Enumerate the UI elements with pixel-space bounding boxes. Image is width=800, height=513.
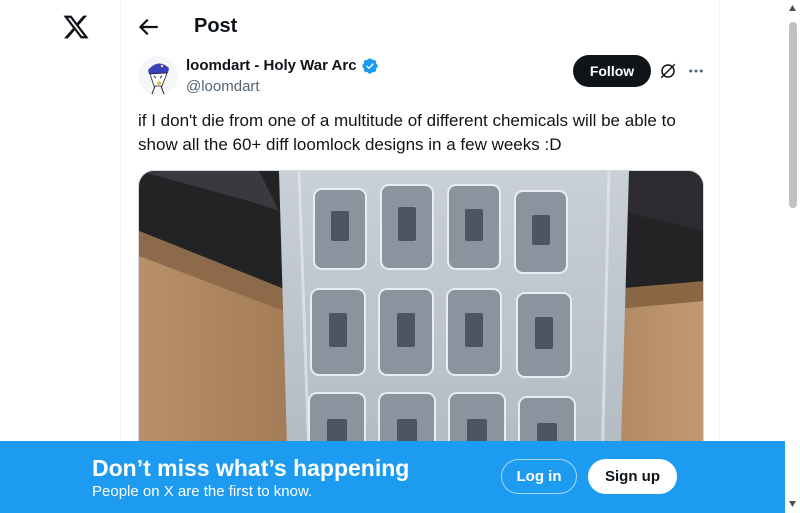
primary-column: Post loomdart - Holy War Arc @loomdart F… <box>120 0 720 513</box>
more-horizontal-icon[interactable] <box>687 62 705 80</box>
top-bar: Post <box>121 0 719 53</box>
banner-subtitle: People on X are the first to know. <box>92 483 313 500</box>
avatar[interactable] <box>138 56 178 96</box>
scroll-up-arrow-icon[interactable] <box>788 4 797 12</box>
post-text: if I don't die from one of a multitude o… <box>138 111 676 154</box>
scrollbar[interactable] <box>785 0 800 513</box>
signup-banner: Don’t miss what’s happening People on X … <box>0 441 785 513</box>
page-title: Post <box>194 15 238 37</box>
login-button[interactable]: Log in <box>501 459 577 494</box>
signup-button[interactable]: Sign up <box>588 459 677 494</box>
author-handle[interactable]: @loomdart <box>186 77 379 97</box>
author-display-name[interactable]: loomdart - Holy War Arc <box>186 56 357 76</box>
post-author: loomdart - Holy War Arc @loomdart <box>186 56 379 97</box>
banner-title: Don’t miss what’s happening <box>92 455 410 481</box>
x-logo-icon[interactable] <box>62 13 90 41</box>
scrollbar-thumb[interactable] <box>789 22 797 208</box>
avatar-image <box>138 56 178 96</box>
arrow-left-icon[interactable] <box>135 14 161 40</box>
grok-icon[interactable] <box>659 62 677 80</box>
scroll-down-arrow-icon[interactable] <box>788 500 797 508</box>
follow-button[interactable]: Follow <box>573 55 651 87</box>
verified-badge-icon <box>361 58 378 74</box>
